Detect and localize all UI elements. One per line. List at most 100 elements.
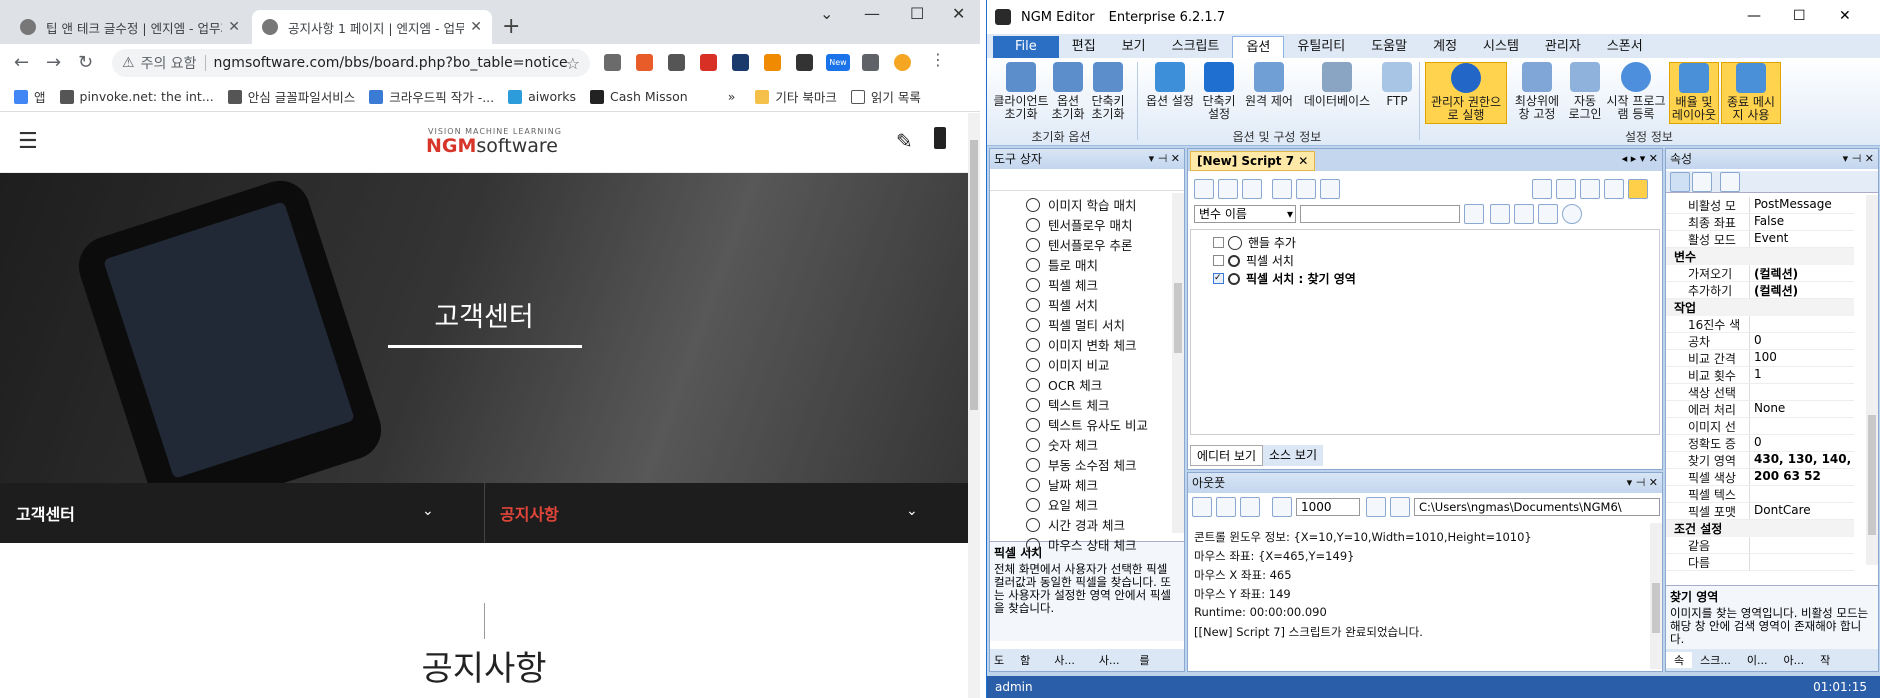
maximize-button[interactable]: ☐ [910,4,924,23]
property-pages-icon[interactable] [1720,172,1740,192]
run-icon[interactable] [1194,179,1214,199]
debug-icon[interactable] [1320,179,1340,199]
run-as-admin-button[interactable]: 관리자 권한으로 실행 [1425,62,1507,124]
scrollbar-thumb[interactable] [1868,415,1876,535]
property-value[interactable]: DontCare [1749,503,1854,519]
extension-icon[interactable] [764,54,781,71]
property-category[interactable]: 조건 설정 [1666,520,1854,537]
property-row[interactable]: 찾기 영역 430, 130, 140, 4 [1666,452,1854,469]
list-icon[interactable] [1240,497,1260,517]
scrollbar-thumb[interactable] [1652,583,1660,633]
file-search-icon[interactable] [1216,497,1236,517]
variable-search-input[interactable] [1300,205,1460,223]
toolbox-item[interactable]: 이미지 비교 [1026,355,1109,374]
properties-scrollbar[interactable] [1866,195,1878,565]
property-row[interactable]: 비활성 모 PostMessage [1666,197,1854,214]
site-logo[interactable]: VISION MACHINE LEARNING NGMsoftware [426,127,562,156]
property-row[interactable]: 다름 [1666,554,1854,571]
tab-view[interactable]: 보기 [1109,36,1159,58]
bookmark-cash-misson[interactable]: Cash Misson [590,89,688,104]
property-row[interactable]: 색상 선택 [1666,384,1854,401]
node-checkbox[interactable]: ✓ [1213,273,1224,284]
bottom-tab[interactable]: 를 [1132,652,1158,668]
puzzle-icon[interactable] [862,54,879,71]
script-node[interactable]: ✓ 픽셀 서치 : 찾기 영역 [1213,270,1356,287]
output-scrollbar[interactable] [1650,523,1662,669]
property-value[interactable]: 100 [1749,350,1854,366]
property-value[interactable]: 1 [1749,367,1854,383]
menu-icon[interactable]: ⋮ [930,50,947,69]
minimize-button[interactable]: — [1747,8,1761,24]
edit-icon[interactable]: ✎ [896,129,913,153]
property-value[interactable] [1749,316,1854,332]
property-value[interactable]: False [1749,214,1854,230]
stop-icon[interactable] [1242,179,1262,199]
toolbox-item[interactable]: 숫자 체크 [1026,435,1098,454]
property-row[interactable]: 비교 횟수 1 [1666,367,1854,384]
panel-buttons[interactable]: ◂ ▸ ▾ ✕ [1622,152,1658,165]
check-all-icon[interactable] [1532,179,1552,199]
toolbox-item[interactable]: 틀로 매치 [1026,255,1098,274]
property-row[interactable]: 같음 [1666,537,1854,554]
close-button[interactable]: ✕ [952,4,965,23]
subnav-notice[interactable]: 공지사항 [500,483,559,543]
property-value[interactable] [1749,486,1854,502]
property-value[interactable]: 0 [1749,435,1854,451]
toolbox-item[interactable]: 이미지 학습 매치 [1026,195,1136,214]
toolbox-item[interactable]: 시간 경과 체크 [1026,515,1125,534]
bottom-tab[interactable]: 작 [1812,652,1838,668]
auto-login-button[interactable]: 자동 로그인 [1567,62,1603,121]
check-icon[interactable] [1556,179,1576,199]
exit-message-button[interactable]: 종료 메시지 사용 [1721,62,1781,124]
option-reset-button[interactable]: 옵션 초기화 [1051,62,1085,121]
bookmark-font-service[interactable]: 안심 글꼴파일서비스 [227,87,355,106]
chevron-down-icon[interactable]: ⌄ [906,503,918,519]
property-value[interactable] [1749,554,1854,570]
scrollbar-thumb[interactable] [970,140,978,410]
new-tab-button[interactable]: + [502,14,520,39]
property-value[interactable]: 430, 130, 140, 4 [1749,452,1854,468]
property-value[interactable]: (컬렉션) [1749,282,1854,298]
property-category[interactable]: 변수 [1666,248,1854,265]
pause-icon[interactable] [1218,179,1238,199]
forward-icon[interactable]: → [46,52,61,73]
address-bar[interactable]: ⚠ 주의 요함 ngmsoftware.com/bbs/board.php?bo… [112,49,590,77]
arrow-down-icon[interactable] [1514,204,1534,224]
toolbox-item[interactable]: 요일 체크 [1026,495,1098,514]
tab-account[interactable]: 계정 [1420,36,1470,58]
step-icon[interactable] [1272,179,1292,199]
property-row[interactable]: 가져오기 (컬렉션) [1666,265,1854,282]
arrow-up-icon[interactable] [1490,204,1510,224]
property-value[interactable]: (컬렉션) [1749,265,1854,281]
script-node[interactable]: 핸들 추가 [1213,234,1296,251]
toolbox-scrollbar[interactable] [1172,193,1184,533]
chevron-down-icon[interactable]: ⌄ [422,503,434,519]
search-icon[interactable] [1464,204,1484,224]
database-button[interactable]: 데이터베이스 [1297,62,1377,108]
property-row[interactable]: 최종 좌표 False [1666,214,1854,231]
more-icon[interactable] [1562,204,1582,224]
tab-options[interactable]: 옵션 [1232,36,1285,58]
scale-layout-button[interactable]: 배율 및 레이아웃 [1669,62,1719,124]
maximize-button[interactable]: ☐ [1793,8,1806,24]
new-extension-icon[interactable]: New [826,54,850,71]
property-row[interactable]: 픽셀 색상 200 63 52 [1666,469,1854,486]
tab-edit[interactable]: 편집 [1059,36,1109,58]
play-from-icon[interactable] [1296,179,1316,199]
toolbox-item[interactable]: 텍스트 유사도 비교 [1026,415,1148,434]
toolbox-item[interactable]: OCR 체크 [1026,375,1102,394]
scrollbar-thumb[interactable] [1174,283,1182,353]
bookmark-apps[interactable]: 앱 [14,87,46,106]
output-count-stepper[interactable]: 1000 [1296,498,1360,516]
tab-close-icon[interactable]: ✕ [228,19,240,35]
property-row[interactable]: 추가하기 (컬렉션) [1666,282,1854,299]
variable-name-select[interactable]: 변수 이름 ▾ [1194,205,1296,223]
tab-source-view[interactable]: 소스 보기 [1263,445,1323,466]
property-category[interactable]: 작업 [1666,299,1854,316]
bookmark-pinvoke[interactable]: pinvoke.net: the int... [59,89,214,104]
property-value[interactable] [1749,384,1854,400]
tab-editor-view[interactable]: 에디터 보기 [1190,445,1264,466]
bookmarks-more-button[interactable]: » [728,89,736,104]
toolbox-item[interactable]: 픽셀 서치 [1026,295,1098,314]
bottom-tab[interactable]: 스크... [1692,652,1739,668]
